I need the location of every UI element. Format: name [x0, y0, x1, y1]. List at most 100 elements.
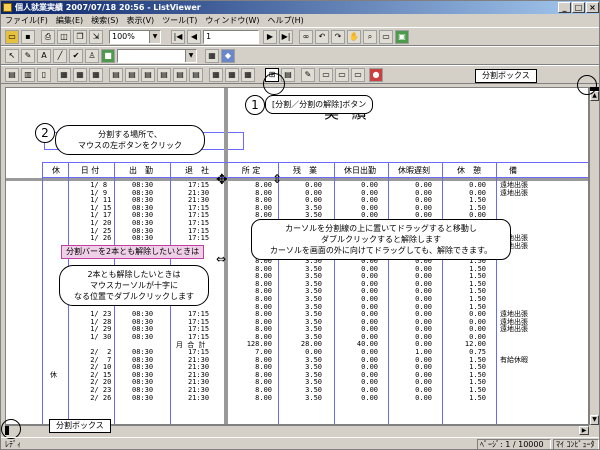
preview-icon[interactable]: ◫ — [57, 30, 71, 44]
view-f-icon[interactable]: ▦ — [89, 68, 103, 82]
status-bar: ﾚﾃﾞｨ ﾍﾟｰｼﾞ: 1 / 10000 ﾏｲ ｺﾝﾋﾟｭｰﾀ — [1, 437, 599, 449]
tool-q-icon[interactable]: ✎ — [301, 68, 315, 82]
save-icon[interactable]: ▪ — [21, 30, 35, 44]
view-i-icon[interactable]: ▤ — [141, 68, 155, 82]
scroll-down-icon[interactable]: ▼ — [590, 415, 599, 425]
view-a-icon[interactable]: ▤ — [5, 68, 19, 82]
view-n-icon[interactable]: ▦ — [225, 68, 239, 82]
fit-page-icon[interactable]: ▭ — [379, 30, 393, 44]
split-box-highlight-top — [577, 75, 597, 95]
close-button[interactable]: × — [586, 2, 599, 13]
status-page: ﾍﾟｰｼﾞ: 1 / 10000 — [477, 439, 551, 449]
first-page-icon[interactable]: |◀ — [171, 30, 185, 44]
both-splits-label: 分割バーを2本とも解除したいときは — [61, 245, 205, 259]
text-icon[interactable]: A — [37, 49, 51, 63]
last-page-icon[interactable]: ▶| — [279, 30, 293, 44]
print-icon[interactable]: ⎙ — [41, 30, 55, 44]
window-b-icon[interactable]: ▭ — [335, 68, 349, 82]
view-h-icon[interactable]: ▤ — [125, 68, 139, 82]
header-break: 休 憩 — [457, 166, 481, 175]
split-box-highlight-bottom — [1, 419, 21, 439]
header-date: 日 付 — [80, 166, 100, 175]
rest-column: 休 — [50, 370, 57, 379]
forward-icon[interactable]: ↷ — [331, 30, 345, 44]
hand-tool-icon[interactable]: ✋ — [347, 30, 361, 44]
view-l-icon[interactable]: ▤ — [189, 68, 203, 82]
resize-vertical-cursor-icon: ⇕ — [272, 172, 283, 186]
zoom-combo[interactable]: 100% ▼ — [109, 30, 161, 44]
header-leave: 休暇遅刻 — [398, 166, 430, 175]
view-m-icon[interactable]: ▦ — [209, 68, 223, 82]
holiday-work-column: 0.00 0.00 0.00 0.00 0.00 0.00 0.00 0.00 … — [356, 181, 378, 402]
menu-help[interactable]: ヘルプ(H) — [267, 14, 303, 27]
back-icon[interactable]: ↶ — [315, 30, 329, 44]
window-title: 個人就業実績 2007/07/18 20:56 - ListViewer — [15, 3, 201, 12]
next-page-icon[interactable]: ▶ — [263, 30, 277, 44]
view-k-icon[interactable]: ▤ — [173, 68, 187, 82]
view-b-icon[interactable]: ▥ — [21, 68, 35, 82]
menu-search[interactable]: 検索(S) — [91, 14, 118, 27]
chevron-down-icon: ▼ — [185, 50, 196, 62]
view-c-icon[interactable]: ▯ — [37, 68, 51, 82]
window-a-icon[interactable]: ▭ — [319, 68, 333, 82]
app-icon — [3, 3, 12, 12]
break-column: 0.00 0.00 1.50 1.50 0.00 0.00 0.00 0.00 … — [464, 181, 486, 402]
window-c-icon[interactable]: ▭ — [351, 68, 365, 82]
color-icon[interactable]: ■ — [101, 49, 115, 63]
grid-icon[interactable]: ▦ — [205, 49, 219, 63]
open-folder-icon[interactable]: ▭ — [5, 30, 19, 44]
view-g-icon[interactable]: ▤ — [109, 68, 123, 82]
split-box-label-top: 分割ボックス — [475, 69, 537, 83]
style-combo[interactable]: ▼ — [117, 49, 197, 63]
menu-bar: ファイル(F) 編集(E) 検索(S) 表示(V) ツール(T) ウィンドウ(W… — [1, 14, 599, 27]
marker-icon[interactable]: ✎ — [21, 49, 35, 63]
view-o-icon[interactable]: ▦ — [241, 68, 255, 82]
main-window: 個人就業実績 2007/07/18 20:56 - ListViewer _ □… — [0, 0, 600, 450]
stop-icon[interactable]: ● — [369, 68, 383, 82]
pen-icon[interactable]: ╱ — [53, 49, 67, 63]
vertical-scrollbar[interactable]: ▲ ▼ — [589, 87, 599, 425]
view-j-icon[interactable]: ▤ — [157, 68, 171, 82]
export-icon[interactable]: ⇲ — [89, 30, 103, 44]
step-2-marker: 2 — [35, 123, 55, 143]
options-icon[interactable]: ◆ — [221, 49, 235, 63]
status-ready: ﾚﾃﾞｨ — [5, 440, 21, 449]
step-2-callout: 分割する場所で、 マウスの左ボタンをクリック — [55, 125, 205, 155]
stamp-icon[interactable]: ♙ — [85, 49, 99, 63]
step-1-marker: 1 — [245, 95, 265, 115]
split-button-highlight — [263, 73, 285, 95]
col-divider — [496, 162, 497, 424]
scroll-right-icon[interactable]: ▶ — [579, 426, 589, 435]
view-d-icon[interactable]: ▦ — [57, 68, 71, 82]
copy-icon[interactable]: ❐ — [73, 30, 87, 44]
col-divider — [42, 162, 43, 424]
check-icon[interactable]: ✔ — [69, 49, 83, 63]
zoom-icon[interactable]: ⌕ — [363, 30, 377, 44]
pointer-icon[interactable]: ↖ — [5, 49, 19, 63]
both-splits-callout: 2本とも解除したいときは マウスカーソルが十字に なる位置でダブルクリックします — [59, 265, 209, 306]
header-overtime: 残 業 — [293, 166, 317, 175]
exit-icon[interactable]: ▣ — [395, 30, 409, 44]
page-number-input[interactable]: 1 — [203, 30, 259, 44]
menu-edit[interactable]: 編集(E) — [56, 14, 83, 27]
menu-tools[interactable]: ツール(T) — [162, 14, 197, 27]
view-e-icon[interactable]: ▦ — [73, 68, 87, 82]
toolbar-edit: ↖ ✎ A ╱ ✔ ♙ ■ ▼ ▦ ◆ — [1, 46, 599, 65]
cross-move-cursor-icon: ✥ — [216, 172, 228, 188]
menu-file[interactable]: ファイル(F) — [5, 14, 48, 27]
minimize-button[interactable]: _ — [558, 2, 571, 13]
header-fixed: 所 定 — [241, 166, 261, 175]
binoculars-icon[interactable]: ∞ — [299, 30, 313, 44]
menu-view[interactable]: 表示(V) — [126, 14, 154, 27]
note-column: 遠地出張 遠地出張 遠地出張 遠地出張 遠地出張 遠地出張 遠地出張 有給休暇 — [500, 181, 528, 364]
step-1-callout: [分割／分割の解除]ボタン — [265, 95, 374, 114]
prev-page-icon[interactable]: ◀ — [187, 30, 201, 44]
menu-window[interactable]: ウィンドウ(W) — [205, 14, 259, 27]
header-note: 備 — [509, 166, 517, 175]
split-box-label-bottom: 分割ボックス — [49, 419, 111, 433]
title-bar[interactable]: 個人就業実績 2007/07/18 20:56 - ListViewer _ □… — [1, 1, 599, 14]
maximize-button[interactable]: □ — [572, 2, 585, 13]
col-divider — [334, 162, 335, 424]
col-divider — [388, 162, 389, 424]
col-divider — [442, 162, 443, 424]
